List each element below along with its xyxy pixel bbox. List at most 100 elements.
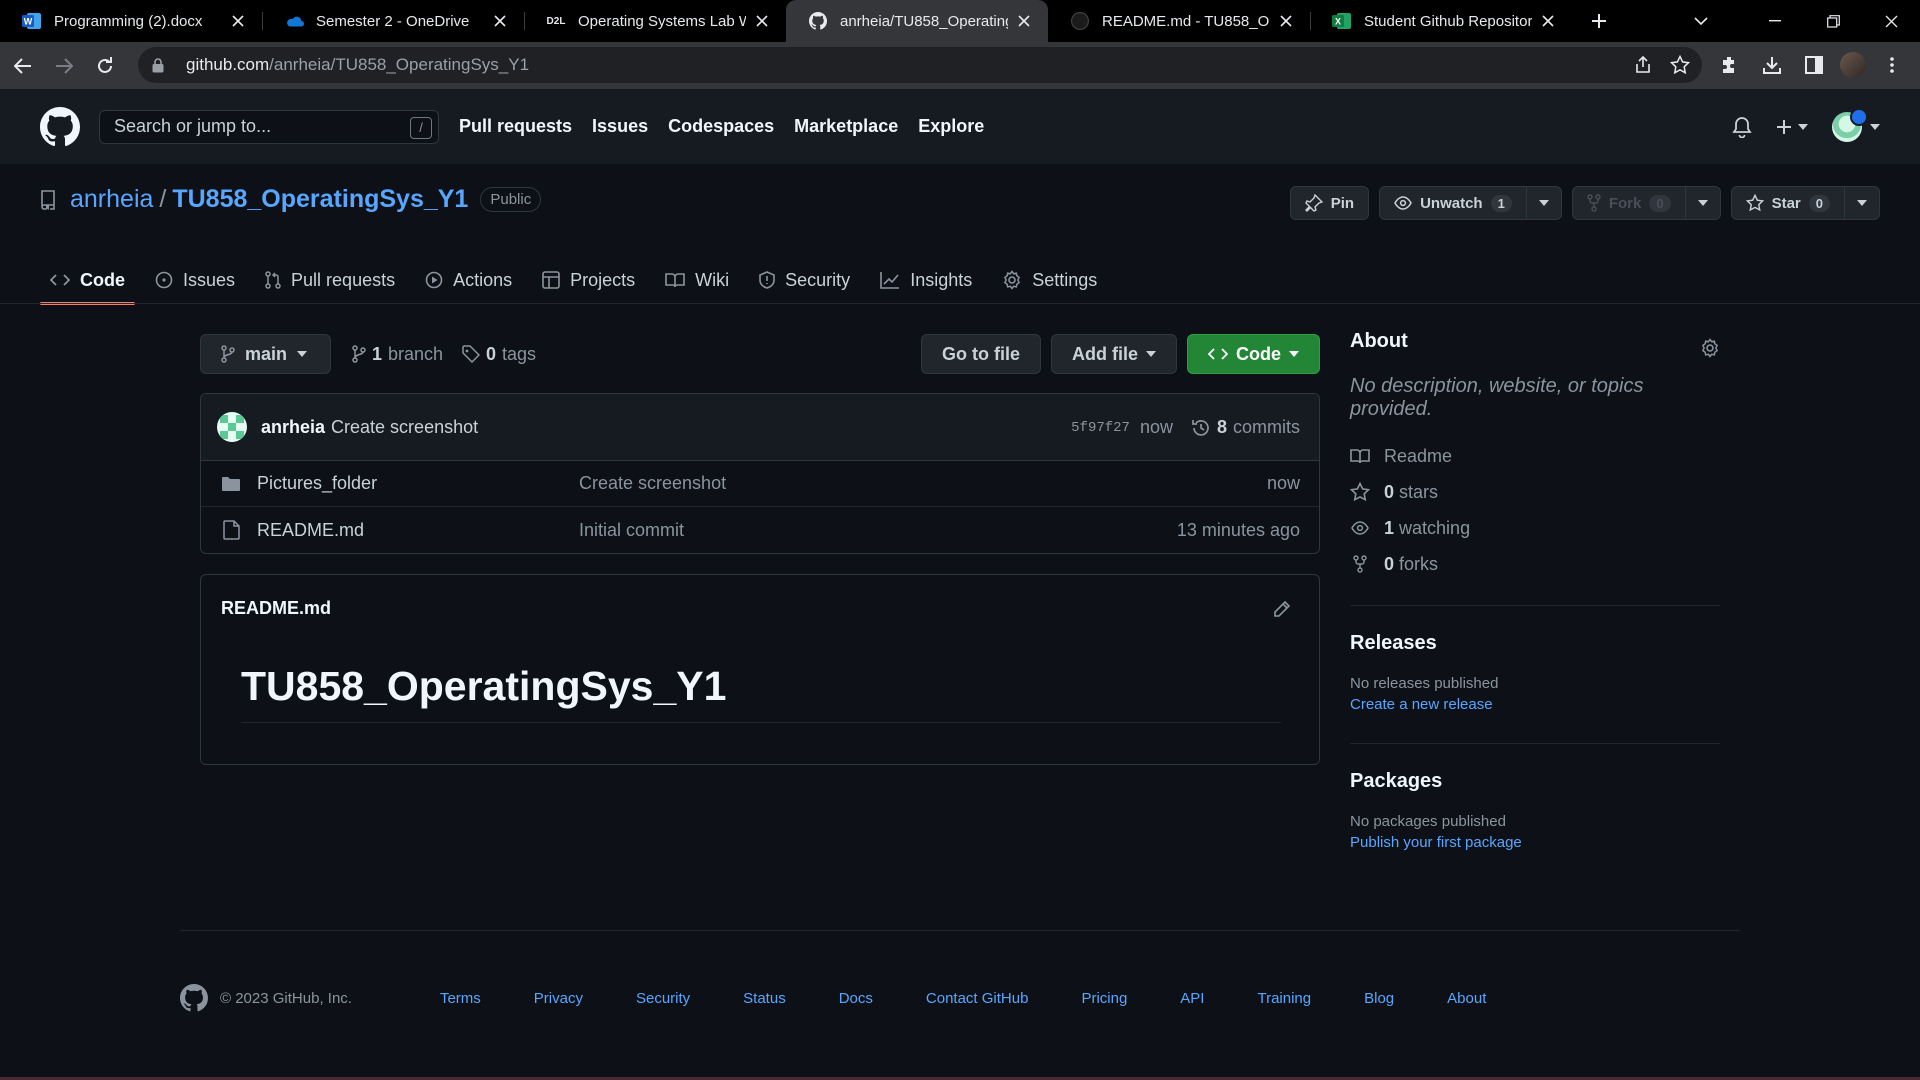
table-row[interactable]: README.md Initial commit 13 minutes ago [201, 507, 1319, 553]
stars-link[interactable]: 0 stars [1350, 481, 1720, 503]
browser-tab[interactable]: D2L Operating Systems Lab Wee [524, 0, 786, 42]
close-icon[interactable] [1014, 11, 1034, 31]
tab-settings[interactable]: Settings [992, 256, 1107, 304]
tab-issues[interactable]: Issues [145, 256, 245, 304]
nav-pull-requests[interactable]: Pull requests [459, 116, 572, 137]
star-dropdown[interactable] [1844, 187, 1879, 219]
unwatch-button[interactable]: Unwatch 1 [1380, 187, 1526, 219]
file-commit-message[interactable]: Initial commit [579, 520, 684, 541]
footer-link-about[interactable]: About [1447, 990, 1486, 1007]
footer-link-terms[interactable]: Terms [440, 990, 481, 1007]
pencil-icon[interactable] [1273, 600, 1291, 618]
commit-author[interactable]: anrheia [261, 417, 325, 438]
table-row[interactable]: Pictures_folder Create screenshot now [201, 461, 1319, 507]
footer-link-status[interactable]: Status [743, 990, 786, 1007]
code-button[interactable]: Code [1187, 334, 1320, 374]
download-icon[interactable] [1756, 49, 1788, 81]
star-icon [1745, 194, 1764, 212]
footer-link-api[interactable]: API [1180, 990, 1204, 1007]
new-tab-button[interactable] [1578, 0, 1620, 42]
close-icon[interactable] [1276, 11, 1296, 31]
side-panel-icon[interactable] [1798, 49, 1830, 81]
watch-dropdown[interactable] [1525, 187, 1561, 219]
tab-security[interactable]: Security [749, 256, 860, 304]
footer-link-training[interactable]: Training [1257, 990, 1311, 1007]
browser-profile-avatar[interactable] [1840, 52, 1866, 78]
footer-link-contact[interactable]: Contact GitHub [926, 990, 1029, 1007]
browser-tab[interactable]: X Student Github Repositorie [1310, 0, 1572, 42]
more-menu-icon[interactable] [1876, 49, 1908, 81]
address-bar[interactable]: github.com/anrheia/TU858_OperatingSys_Y1 [138, 47, 1702, 83]
minimize-button[interactable] [1746, 0, 1804, 42]
fork-button[interactable]: Fork 0 [1573, 187, 1685, 219]
readme-filename[interactable]: README.md [221, 598, 331, 619]
nav-explore[interactable]: Explore [918, 116, 984, 137]
extensions-icon[interactable] [1714, 49, 1746, 81]
branch-select-button[interactable]: main [200, 334, 331, 374]
readme-link[interactable]: Readme [1350, 445, 1720, 467]
close-icon[interactable] [1538, 11, 1558, 31]
commit-message[interactable]: Create screenshot [331, 417, 478, 438]
browser-tab[interactable]: README.md - TU858_Oper [1048, 0, 1310, 42]
footer-link-privacy[interactable]: Privacy [534, 990, 583, 1007]
releases-heading[interactable]: Releases [1350, 632, 1720, 655]
watchers-link[interactable]: 1 watching [1350, 517, 1720, 539]
tab-pull-requests[interactable]: Pull requests [255, 256, 405, 304]
close-icon[interactable] [228, 11, 248, 31]
github-logo-icon[interactable] [40, 106, 80, 147]
browser-tab[interactable]: Semester 2 - OneDrive [262, 0, 524, 42]
publish-package-link[interactable]: Publish your first package [1350, 834, 1720, 851]
add-file-button[interactable]: Add file [1051, 334, 1177, 374]
browser-tab-active[interactable]: anrheia/TU858_OperatingSy [786, 0, 1048, 42]
repo-name-link[interactable]: TU858_OperatingSys_Y1 [172, 185, 468, 214]
create-release-link[interactable]: Create a new release [1350, 696, 1720, 713]
file-name[interactable]: Pictures_folder [257, 473, 579, 494]
github-mark-icon[interactable] [180, 984, 208, 1012]
share-icon[interactable] [1634, 56, 1652, 74]
search-input[interactable]: Search or jump to... / [99, 109, 439, 144]
file-name[interactable]: README.md [257, 520, 579, 541]
tab-actions[interactable]: Actions [415, 256, 522, 304]
reload-button[interactable] [87, 48, 123, 84]
restore-button[interactable] [1804, 0, 1862, 42]
tab-search-button[interactable] [1678, 0, 1724, 42]
create-new-menu[interactable] [1776, 119, 1808, 135]
forward-button[interactable] [46, 48, 82, 84]
commits-link[interactable]: 8 commits [1191, 417, 1300, 438]
branch-label: branch [388, 343, 444, 364]
tab-wiki[interactable]: Wiki [655, 256, 739, 304]
footer-link-security[interactable]: Security [636, 990, 690, 1007]
footer-link-blog[interactable]: Blog [1364, 990, 1394, 1007]
fork-dropdown[interactable] [1684, 187, 1720, 219]
tags-link[interactable]: 0 tags [462, 334, 536, 374]
go-to-file-button[interactable]: Go to file [921, 334, 1041, 374]
tab-code[interactable]: Code [40, 256, 135, 305]
pin-button[interactable]: Pin [1289, 186, 1370, 220]
avatar[interactable] [217, 412, 247, 442]
footer-link-docs[interactable]: Docs [839, 990, 873, 1007]
back-button[interactable] [5, 48, 41, 84]
nav-issues[interactable]: Issues [592, 116, 648, 137]
footer-link-pricing[interactable]: Pricing [1081, 990, 1127, 1007]
nav-codespaces[interactable]: Codespaces [668, 116, 774, 137]
bookmark-star-icon[interactable] [1670, 55, 1690, 75]
tab-insights[interactable]: Insights [870, 256, 982, 304]
gear-icon[interactable] [1700, 338, 1720, 358]
tab-projects[interactable]: Projects [532, 256, 645, 304]
commit-sha[interactable]: 5f97f27 [1071, 420, 1130, 436]
star-button[interactable]: Star 0 [1732, 187, 1844, 219]
user-menu[interactable] [1832, 107, 1880, 142]
close-icon[interactable] [752, 11, 772, 31]
unwatch-label: Unwatch [1420, 194, 1483, 212]
repo-owner-link[interactable]: anrheia [70, 185, 153, 214]
close-icon[interactable] [490, 11, 510, 31]
nav-marketplace[interactable]: Marketplace [794, 116, 898, 137]
forks-link[interactable]: 0 forks [1350, 553, 1720, 575]
bell-icon[interactable] [1732, 116, 1752, 138]
file-commit-message[interactable]: Create screenshot [579, 473, 726, 494]
branches-link[interactable]: 1 branch [352, 334, 443, 374]
close-window-button[interactable] [1862, 0, 1920, 42]
browser-tab[interactable]: W Programming (2).docx [0, 0, 262, 42]
readme-label: Readme [1384, 445, 1453, 466]
packages-heading[interactable]: Packages [1350, 770, 1720, 793]
